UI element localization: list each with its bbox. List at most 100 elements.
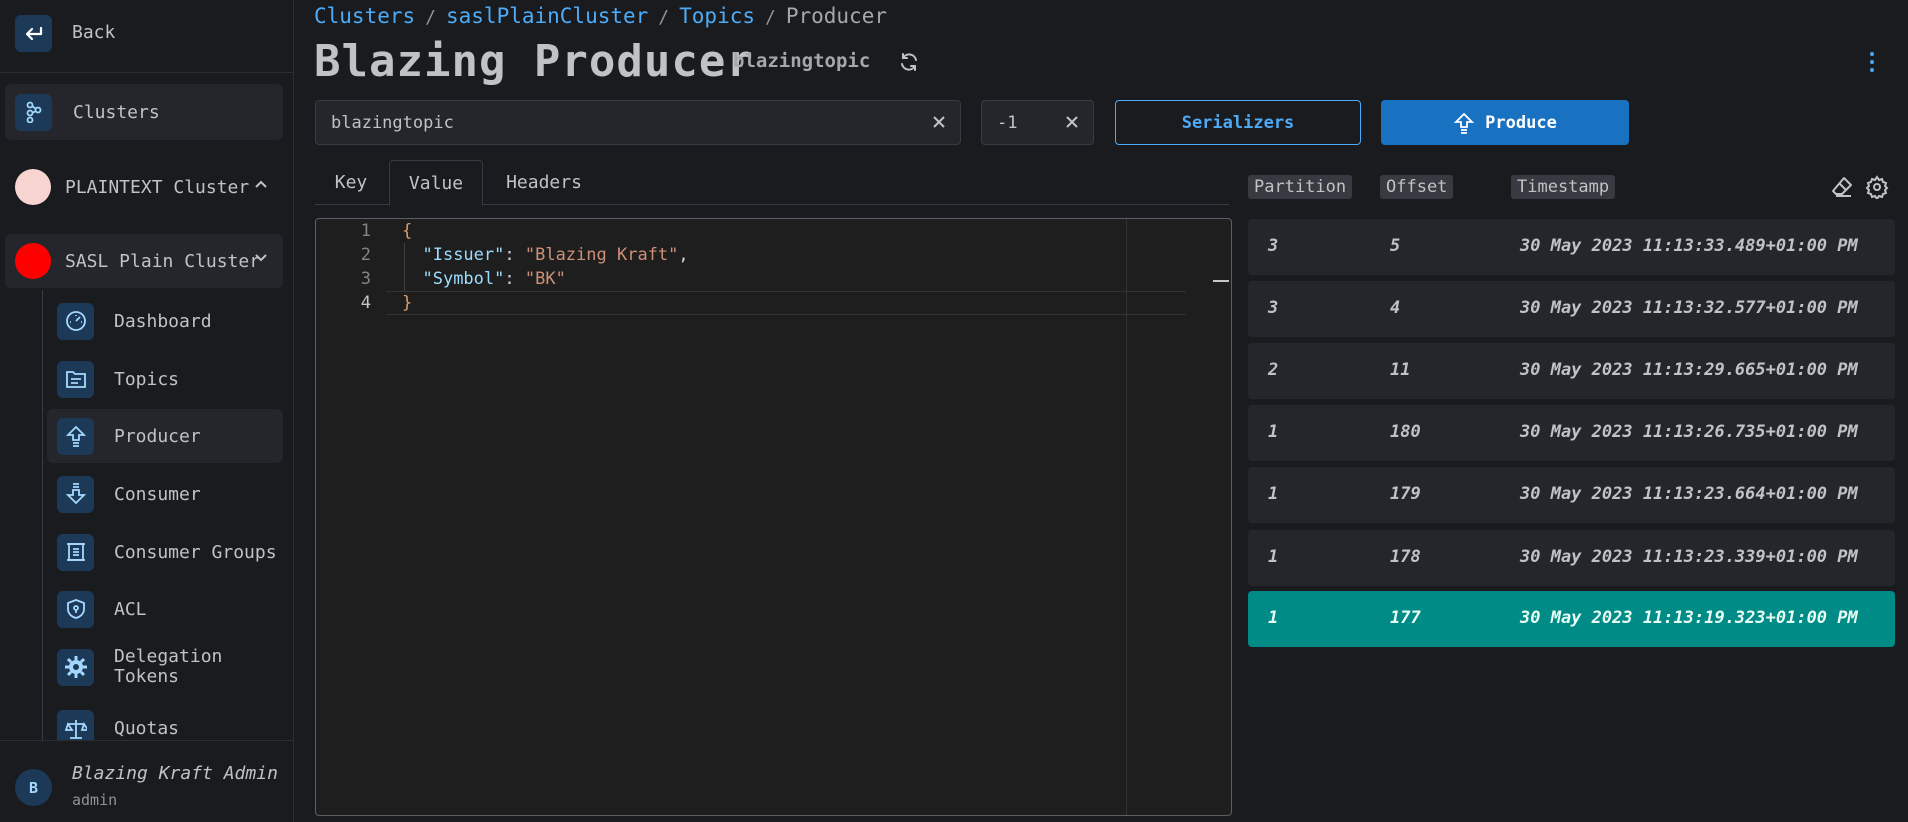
code-line: "Symbol": "BK": [402, 269, 566, 289]
cluster-color-dot: [15, 169, 51, 205]
cell-offset: 5: [1390, 236, 1401, 256]
sidebar-item-label: Delegation Tokens: [114, 647, 244, 687]
sidebar-item-consumer[interactable]: Consumer: [47, 467, 283, 521]
tab-value[interactable]: Value: [389, 160, 483, 206]
code-line: {: [402, 221, 412, 241]
code-key: "Symbol": [422, 269, 505, 289]
page-title: Blazing Producer: [314, 36, 754, 87]
cluster-label: SASL Plain Cluster: [65, 250, 261, 272]
serializers-button[interactable]: Serializers: [1115, 100, 1361, 145]
scale-icon: [57, 710, 94, 740]
line-number: 3: [360, 269, 371, 289]
dashboard-gauge-icon: [57, 302, 94, 340]
breadcrumb: Clusters / saslPlainCluster / Topics / P…: [314, 4, 887, 28]
partition-field[interactable]: [981, 100, 1094, 145]
cluster-color-dot: [15, 243, 51, 279]
table-row[interactable]: 1 178 30 May 2023 11:13:23.339+01:00 PM: [1248, 530, 1895, 586]
sidebar-item-label-text: Delegation Tokens: [114, 646, 223, 687]
line-number: 1: [360, 221, 371, 241]
cell-partition: 1: [1268, 608, 1279, 628]
table-row[interactable]: 3 4 30 May 2023 11:13:32.577+01:00 PM: [1248, 281, 1895, 337]
breadcrumb-clusters[interactable]: Clusters: [314, 4, 415, 28]
breadcrumb-separator: /: [765, 7, 776, 28]
cell-offset: 4: [1390, 298, 1401, 318]
sidebar-item-producer[interactable]: Producer: [47, 409, 283, 463]
cell-partition: 2: [1268, 360, 1279, 380]
column-header-offset: Offset: [1380, 175, 1454, 199]
cell-timestamp: 30 May 2023 11:13:33.489+01:00 PM: [1520, 236, 1858, 256]
sidebar-item-dashboard[interactable]: Dashboard: [47, 294, 283, 348]
sidebar-item-clusters-label: Clusters: [73, 101, 160, 123]
sidebar: Back Clusters PLAINTEXT Cluster SASL Pla…: [0, 0, 294, 822]
code-key: "Issuer": [422, 245, 505, 265]
code-line: }: [402, 293, 412, 313]
producer-upload-icon: [57, 417, 94, 455]
table-row-selected[interactable]: 1 177 30 May 2023 11:13:19.323+01:00 PM: [1248, 591, 1895, 647]
code-editor[interactable]: 1 2 3 4 { "Issuer": "Blazing Kraft", "Sy…: [315, 218, 1232, 816]
consumer-groups-icon: [57, 533, 94, 571]
cluster-plaintext[interactable]: PLAINTEXT Cluster: [5, 160, 283, 214]
clear-partition-icon[interactable]: [1064, 114, 1080, 130]
cell-partition: 1: [1268, 547, 1279, 567]
consumer-download-icon: [57, 475, 94, 513]
breadcrumb-topics[interactable]: Topics: [679, 4, 755, 28]
back-button[interactable]: Back: [0, 0, 293, 73]
refresh-icon[interactable]: [898, 51, 920, 73]
cell-timestamp: 30 May 2023 11:13:19.323+01:00 PM: [1520, 608, 1858, 628]
code-colon: :: [504, 269, 525, 289]
table-row[interactable]: 1 179 30 May 2023 11:13:23.664+01:00 PM: [1248, 467, 1895, 523]
cell-partition: 3: [1268, 236, 1279, 256]
code-open-brace: {: [402, 221, 413, 241]
code-string: "Blazing Kraft": [524, 245, 679, 265]
user-menu[interactable]: B Blazing Kraft Admin admin: [0, 740, 293, 822]
tab-headers[interactable]: Headers: [485, 160, 603, 205]
sidebar-item-clusters[interactable]: Clusters: [5, 84, 283, 140]
sidebar-item-acl[interactable]: ACL: [47, 582, 283, 636]
code-close-brace: }: [402, 293, 413, 313]
breadcrumb-cluster[interactable]: saslPlainCluster: [446, 4, 648, 28]
sidebar-item-label: Consumer Groups: [114, 541, 277, 563]
more-vertical-icon[interactable]: [1868, 50, 1876, 74]
cell-partition: 3: [1268, 298, 1279, 318]
line-number: 4: [360, 293, 371, 313]
chevron-up-icon: [255, 180, 267, 188]
eraser-icon[interactable]: [1830, 175, 1854, 199]
user-name: Blazing Kraft Admin: [72, 763, 278, 784]
sidebar-item-label: Producer: [114, 425, 201, 447]
topics-folder-icon: [57, 360, 94, 398]
back-arrow-icon: [15, 15, 52, 52]
editor-tabs: Key Value Headers: [315, 160, 1229, 206]
gear-icon[interactable]: [1865, 175, 1889, 199]
cell-timestamp: 30 May 2023 11:13:23.339+01:00 PM: [1520, 547, 1858, 567]
chevron-down-icon: [255, 254, 267, 262]
cluster-sasl-plain[interactable]: SASL Plain Cluster: [5, 234, 283, 288]
cell-timestamp: 30 May 2023 11:13:29.665+01:00 PM: [1520, 360, 1858, 380]
breadcrumb-separator: /: [658, 7, 670, 28]
sidebar-item-consumer-groups[interactable]: Consumer Groups: [47, 525, 283, 579]
line-number: 2: [360, 245, 371, 265]
breadcrumb-separator: /: [425, 7, 436, 28]
sidebar-item-label: Dashboard: [114, 310, 212, 332]
column-header-partition: Partition: [1248, 175, 1353, 199]
sidebar-item-quotas[interactable]: Quotas: [47, 700, 283, 740]
current-line-highlight: [386, 291, 1186, 315]
table-row[interactable]: 1 180 30 May 2023 11:13:26.735+01:00 PM: [1248, 405, 1895, 461]
topic-input[interactable]: [331, 113, 891, 133]
cell-timestamp: 30 May 2023 11:13:32.577+01:00 PM: [1520, 298, 1858, 318]
cluster-label: PLAINTEXT Cluster: [65, 176, 250, 198]
partition-input[interactable]: [997, 113, 1047, 133]
code-string: "BK": [524, 269, 566, 289]
table-row[interactable]: 3 5 30 May 2023 11:13:33.489+01:00 PM: [1248, 219, 1895, 275]
sidebar-item-topics[interactable]: Topics: [47, 352, 283, 406]
code-colon: :: [504, 245, 525, 265]
cell-partition: 1: [1268, 484, 1279, 504]
table-row[interactable]: 2 11 30 May 2023 11:13:29.665+01:00 PM: [1248, 343, 1895, 399]
tab-key[interactable]: Key: [315, 160, 387, 205]
cell-offset: 11: [1390, 360, 1411, 380]
code-line: "Issuer": "Blazing Kraft",: [402, 245, 688, 265]
sidebar-item-delegation-tokens[interactable]: Delegation Tokens: [47, 640, 283, 694]
produce-button[interactable]: Produce: [1381, 100, 1629, 145]
clear-topic-icon[interactable]: [931, 114, 947, 130]
topic-field[interactable]: [315, 100, 961, 145]
sidebar-item-label: Quotas: [114, 718, 180, 739]
